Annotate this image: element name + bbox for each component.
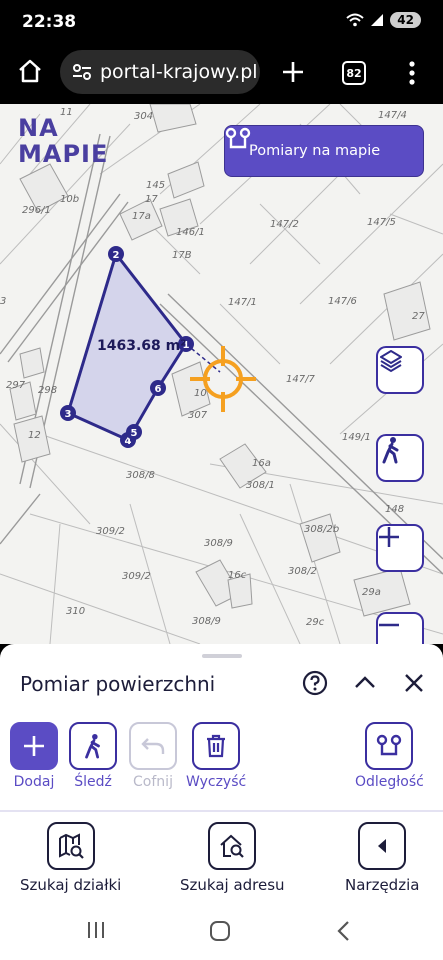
chevron-left-icon	[378, 839, 387, 853]
walking-person-icon	[85, 734, 100, 759]
undo-icon	[141, 738, 165, 754]
distance-icon	[225, 127, 251, 149]
trash-icon	[207, 734, 226, 758]
search-parcel-button[interactable]: Szukaj działki	[20, 822, 121, 894]
system-indicators: 42	[346, 12, 421, 28]
search-address-label: Szukaj adresu	[180, 876, 285, 894]
recent-apps-icon[interactable]	[86, 921, 106, 939]
search-parcel-box[interactable]	[46, 822, 95, 870]
svg-text:2: 2	[113, 250, 120, 261]
home-icon[interactable]	[17, 58, 43, 84]
url-text: portal-krajowy.pl	[100, 61, 258, 83]
chevron-up-icon[interactable]	[352, 670, 378, 696]
more-menu-icon[interactable]	[406, 60, 418, 86]
add-point-box[interactable]	[10, 722, 58, 770]
vertex-marker: 5	[126, 424, 142, 440]
distance-box[interactable]	[365, 722, 414, 770]
track-location-button[interactable]	[376, 434, 424, 482]
address-bar[interactable]: portal-krajowy.pl	[60, 50, 260, 94]
tab-switcher-button[interactable]: 82	[342, 61, 366, 85]
plus-icon	[24, 736, 44, 756]
layers-button[interactable]	[376, 346, 424, 394]
plus-icon	[379, 527, 399, 547]
close-icon[interactable]	[401, 670, 427, 696]
panel-divider	[0, 810, 443, 812]
panel-title: Pomiar powierzchni	[20, 672, 216, 696]
layers-icon	[380, 350, 402, 373]
android-navigation-bar	[0, 900, 443, 960]
add-point-label: Dodaj	[13, 774, 55, 790]
distance-label: Odległość	[355, 774, 424, 790]
home-button-icon[interactable]	[209, 920, 231, 942]
signal-icon	[371, 14, 384, 26]
site-settings-icon[interactable]	[72, 63, 92, 81]
status-time: 22:38	[22, 12, 77, 32]
zoom-in-button[interactable]	[376, 524, 424, 572]
vertex-marker: 6	[150, 380, 166, 396]
clear-label: Wyczyść	[186, 774, 247, 790]
back-icon[interactable]	[336, 920, 350, 942]
panel-drag-handle[interactable]	[202, 654, 242, 658]
status-bar: 22:38 42	[0, 0, 443, 44]
add-point-button[interactable]: Dodaj	[10, 722, 58, 790]
home-search-icon	[220, 834, 245, 858]
area-measurement-label: 1463.68 m²	[97, 338, 187, 354]
vertex-marker: 2	[108, 246, 124, 262]
tools-box[interactable]	[358, 822, 407, 870]
na-mapie-logo: NA MAPIE	[18, 114, 109, 168]
measurements-button-label: Pomiary na mapie	[249, 143, 381, 159]
track-button[interactable]: Śledź	[69, 722, 117, 790]
distance-button[interactable]: Odległość	[355, 722, 424, 790]
measurement-panel: Pomiar powierzchni Dodaj Śledź Cofnij Wy…	[0, 644, 443, 900]
browser-toolbar: portal-krajowy.pl 82	[0, 44, 443, 104]
new-tab-icon[interactable]	[281, 60, 305, 84]
wifi-icon	[346, 13, 364, 27]
crosshair-target-icon	[190, 346, 256, 412]
svg-text:3: 3	[65, 409, 72, 420]
undo-label: Cofnij	[133, 774, 173, 790]
walking-person-icon	[382, 437, 399, 464]
tools-button[interactable]: Narzędzia	[345, 822, 419, 894]
search-address-button[interactable]: Szukaj adresu	[180, 822, 285, 894]
help-icon[interactable]	[302, 670, 328, 696]
minus-icon	[379, 623, 399, 627]
undo-box[interactable]	[129, 722, 177, 770]
undo-button[interactable]: Cofnij	[129, 722, 177, 790]
clear-button[interactable]: Wyczyść	[186, 722, 246, 790]
battery-indicator: 42	[390, 12, 421, 28]
zoom-out-button[interactable]	[376, 612, 424, 644]
map-search-icon	[58, 833, 84, 859]
svg-text:5: 5	[131, 428, 138, 439]
search-parcel-label: Szukaj działki	[20, 876, 122, 894]
measurements-on-map-button[interactable]: Pomiary na mapie	[224, 125, 424, 177]
track-box[interactable]	[69, 722, 117, 770]
distance-icon	[377, 734, 402, 756]
map-view[interactable]: 11 304 147/4 296/1 10b 145 17 17a 146/1 …	[0, 104, 443, 644]
svg-text:6: 6	[155, 384, 162, 395]
search-address-box[interactable]	[208, 822, 257, 870]
tools-label: Narzędzia	[345, 876, 420, 894]
vertex-marker: 3	[60, 405, 76, 421]
clear-box[interactable]	[192, 722, 241, 770]
track-label: Śledź	[74, 774, 112, 790]
